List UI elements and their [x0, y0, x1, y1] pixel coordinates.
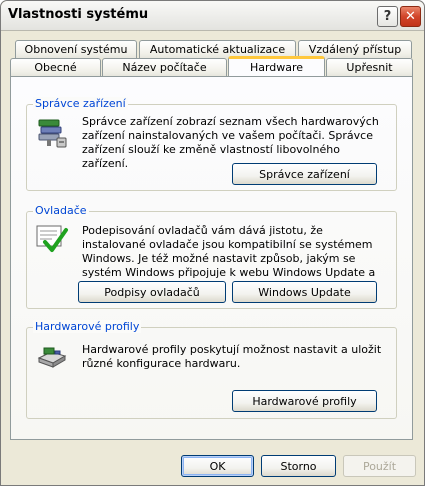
device-manager-icon: [35, 116, 69, 153]
driver-signing-button[interactable]: Podpisy ovladačů: [78, 281, 226, 303]
hardware-profiles-description: Hardwarové profily poskytují možnost nas…: [82, 343, 382, 370]
ok-button[interactable]: OK: [181, 455, 254, 477]
tab-hardware[interactable]: Hardware: [228, 56, 325, 76]
tab-system-restore[interactable]: Obnovení systému: [15, 40, 137, 58]
hardware-profiles-group-label: Hardwarové profily: [33, 320, 142, 333]
help-icon: ?: [383, 9, 392, 24]
window-title: Vlastnosti systému: [8, 7, 149, 22]
hardware-tab-panel: Správce zařízení Správce zařízení zobraz…: [10, 76, 413, 440]
tab-advanced[interactable]: Upřesnit: [326, 58, 413, 76]
driver-signing-icon: [35, 222, 69, 259]
drivers-group-label: Ovladače: [33, 204, 89, 217]
device-manager-group: Správce zařízení Správce zařízení zobraz…: [26, 97, 397, 191]
hardware-profiles-group: Hardwarové profily Hardwarové profily po…: [26, 320, 397, 419]
close-button[interactable]: ✕: [400, 6, 421, 27]
hardware-profiles-button[interactable]: Hardwarové profily: [232, 390, 377, 412]
cancel-button[interactable]: Storno: [261, 455, 336, 477]
help-button[interactable]: ?: [377, 6, 398, 27]
device-manager-button[interactable]: Správce zařízení: [232, 163, 377, 185]
drivers-group: Ovladače Podepisování ovladačů vám dává …: [26, 204, 397, 309]
device-manager-group-label: Správce zařízení: [33, 97, 128, 110]
apply-button[interactable]: Použít: [343, 455, 416, 477]
tab-general[interactable]: Obecné: [10, 58, 101, 76]
tab-computer-name[interactable]: Název počítače: [102, 58, 227, 76]
close-icon: ✕: [405, 9, 416, 24]
windows-update-button[interactable]: Windows Update: [232, 281, 377, 303]
hardware-profiles-icon: [35, 340, 69, 377]
title-bar[interactable]: Vlastnosti systému ? ✕: [1, 1, 424, 31]
system-properties-window: Vlastnosti systému ? ✕ Obnovení systému …: [0, 0, 425, 486]
